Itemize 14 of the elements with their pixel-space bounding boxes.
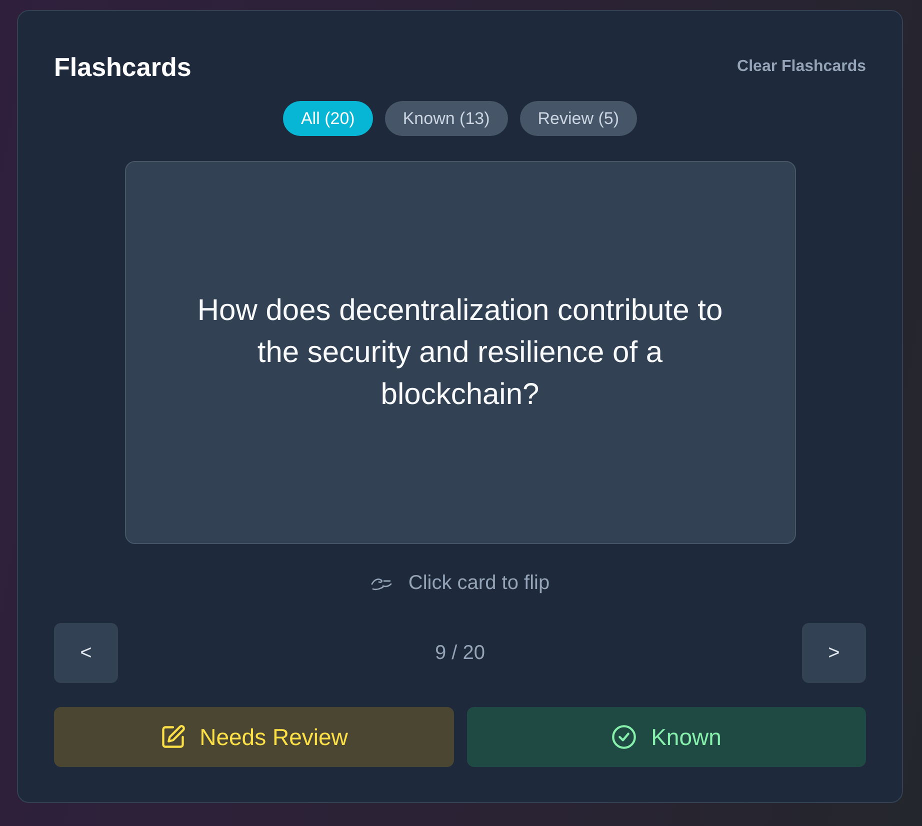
filter-tab[interactable]: Known (13): [384, 101, 508, 136]
flashcard[interactable]: How does decentralization contribute to the security and resilience of a blockchain?: [124, 161, 796, 544]
known-button[interactable]: Known: [466, 707, 866, 767]
pencil-square-icon: [160, 724, 186, 750]
card-counter: 9 / 20: [434, 642, 486, 664]
previous-button[interactable]: <: [54, 623, 118, 683]
card-question: How does decentralization contribute to the security and resilience of a blockchain?: [196, 292, 724, 412]
check-circle-icon: [611, 724, 638, 750]
clear-flashcards-button[interactable]: Clear Flashcards: [737, 57, 866, 77]
flip-hint: Click card to flip: [408, 571, 550, 595]
filter-tab[interactable]: Review (5): [520, 101, 638, 136]
needs-review-button[interactable]: Needs Review: [54, 707, 454, 767]
next-button[interactable]: >: [802, 623, 866, 683]
panel-title: Flashcards: [54, 51, 192, 83]
